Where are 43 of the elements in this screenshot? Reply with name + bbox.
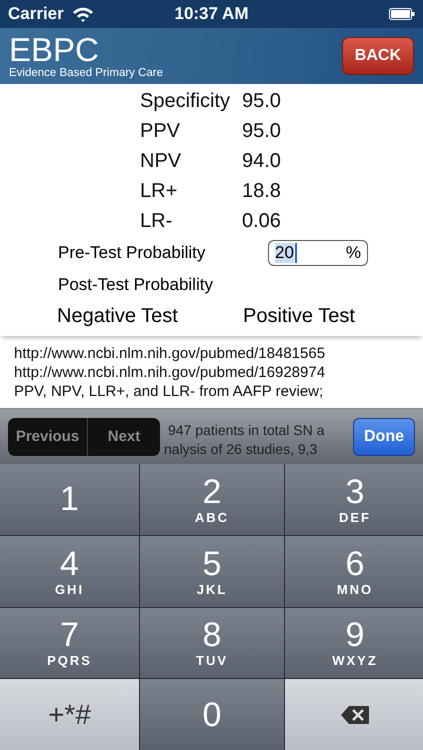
back-button[interactable]: BACK	[342, 37, 414, 75]
keypad-key[interactable]: 1	[0, 464, 139, 535]
stat-value: 94.0	[242, 150, 282, 172]
app-title: EBPC	[9, 33, 99, 67]
stat-label: LR-	[140, 210, 174, 232]
keypad-key[interactable]: 3 DEF	[285, 464, 423, 535]
keypad-key[interactable]: 0	[140, 679, 284, 750]
result-label: Negative Test	[57, 304, 179, 328]
previous-button[interactable]: Previous	[8, 418, 88, 456]
keypad-key[interactable]: 5 JKL	[140, 536, 284, 606]
backspace-icon	[340, 704, 370, 725]
keypad-key[interactable]: 8 TUV	[140, 608, 284, 678]
pre-test-label: Pre-Test Probability	[58, 243, 206, 263]
clock: 10:37 AM	[174, 4, 248, 24]
note-line: http://www.ncbi.nlm.nih.gov/pubmed/18481565	[14, 344, 326, 363]
note-line: http://www.ncbi.nlm.nih.gov/pubmed/16928974	[14, 363, 326, 382]
keypad-key[interactable]: 9 WXYZ	[285, 608, 423, 678]
carrier-label: Carrier	[8, 4, 64, 24]
keypad-key[interactable]: 6 MNO	[285, 536, 423, 606]
result-label: Positive Test	[243, 304, 356, 328]
pre-test-input[interactable]: 20 %	[268, 240, 368, 266]
wifi-icon	[72, 6, 94, 22]
stat-label: Specificity	[140, 90, 232, 112]
delete-key[interactable]	[285, 679, 423, 750]
stat-value: 95.0	[242, 120, 282, 142]
stat-value: 0.06	[242, 210, 282, 232]
stat-label: NPV	[140, 150, 182, 172]
note-line: 947 patients in total SN a	[168, 420, 324, 440]
next-button[interactable]: Next	[88, 418, 160, 456]
app-subtitle: Evidence Based Primary Care	[9, 67, 164, 79]
keypad-key[interactable]: 7 PQRS	[0, 608, 139, 678]
note-line: nalysis of 26 studies, 9,3	[164, 440, 318, 458]
keypad-key[interactable]: +*#	[0, 679, 139, 750]
post-test-label: Post-Test Probability	[58, 275, 213, 295]
stat-value: 95.0	[242, 90, 282, 112]
stat-label: LR+	[140, 180, 178, 202]
stat-label: PPV	[140, 120, 182, 142]
battery-icon	[388, 8, 415, 20]
keypad-key[interactable]: 4 GHI	[0, 536, 139, 606]
keypad-key[interactable]: 2 ABC	[140, 464, 284, 535]
stat-value: 18.8	[242, 180, 282, 202]
note-line: PPV, NPV, LLR+, and LLR- from AAFP review;	[14, 382, 324, 401]
done-button[interactable]: Done	[353, 418, 415, 456]
